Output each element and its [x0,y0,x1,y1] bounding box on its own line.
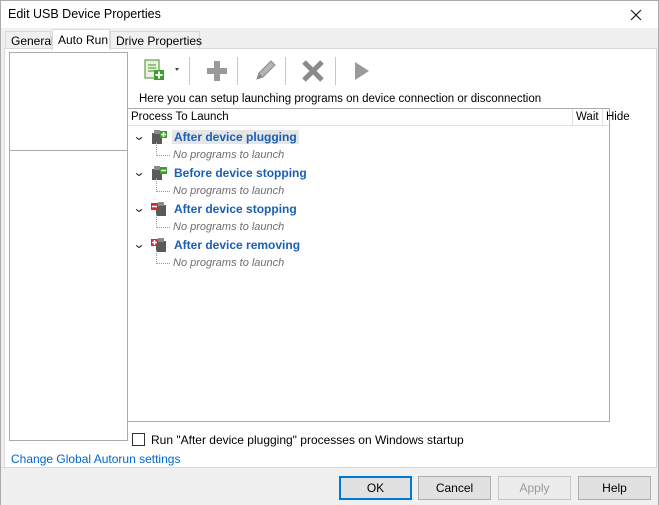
pencil-icon [256,60,276,80]
toolbar-separator [285,57,286,85]
device-list-bottom[interactable] [9,150,128,441]
close-icon [630,9,641,20]
add-program-icon [144,59,179,80]
auto-run-panel: Here you can setup launching programs on… [127,89,630,422]
empty-child-label: No programs to launch [173,257,285,269]
tree-line [157,227,170,228]
tree-child-row[interactable]: No programs to launch [128,250,609,272]
tree-line [156,250,157,264]
tab-auto-run[interactable]: Auto Run [52,29,110,50]
toolbar-separator [189,57,190,85]
plug-green-icon [152,166,167,180]
toolbar-separator [237,57,238,85]
hint-text: Here you can setup launching programs on… [139,93,542,105]
close-button[interactable] [613,1,658,28]
column-hide[interactable]: Hide [606,111,630,123]
tree-line [156,214,157,228]
tree-line [156,178,157,192]
tree-group-row[interactable]: ⌄ After device removing [128,236,609,254]
tree-group-row[interactable]: ⌄ After device plugging [128,128,609,146]
dialog-window: Edit USB Device Properties General Auto … [0,0,659,505]
global-autorun-link[interactable]: Change Global Autorun settings [11,452,180,466]
tree-child-row[interactable]: No programs to launch [128,214,609,236]
run-button[interactable] [345,55,377,87]
chevron-down-icon[interactable]: ⌄ [132,237,145,251]
group-label[interactable]: After device stopping [172,202,299,216]
tree-line [157,191,170,192]
add-button[interactable] [201,55,233,87]
delete-button[interactable] [297,55,329,87]
tab-general[interactable]: General [5,31,54,49]
tab-drive-properties[interactable]: Drive Properties [110,31,202,49]
toolbar-separator [335,57,336,85]
group-label[interactable]: After device plugging [172,130,299,144]
process-tree[interactable]: Process To Launch Wait Hide ⌄ After devi… [127,108,630,422]
plug-red-icon [151,238,166,252]
chevron-down-icon[interactable]: ⌄ [132,201,145,215]
group-label[interactable]: Before device stopping [172,166,309,180]
ok-button[interactable]: OK [339,476,412,500]
apply-button[interactable]: Apply [498,476,571,500]
group-label[interactable]: After device removing [172,238,302,252]
dialog-footer: OK Cancel Apply Help [1,467,658,505]
plug-red-icon [151,202,166,216]
chevron-down-icon[interactable]: ⌄ [132,165,145,179]
tree-line [157,263,170,264]
window-title: Edit USB Device Properties [8,7,161,21]
column-separator [602,109,603,126]
device-list-top[interactable] [9,52,128,150]
column-separator [572,109,573,126]
tree-line [156,142,157,156]
plus-icon [207,61,227,81]
tree-group-row[interactable]: ⌄ After device stopping [128,200,609,218]
tree-group-row[interactable]: ⌄ Before device stopping [128,164,609,182]
empty-child-label: No programs to launch [173,221,285,233]
play-icon [355,62,369,80]
help-button[interactable]: Help [578,476,651,500]
grid-header: Process To Launch Wait Hide [128,109,630,126]
column-wait[interactable]: Wait [576,111,599,123]
title-bar: Edit USB Device Properties [1,1,658,28]
add-program-button[interactable] [137,55,185,87]
tree-line [157,155,170,156]
tree-child-row[interactable]: No programs to launch [128,178,609,200]
delete-x-icon [302,60,324,82]
auto-run-page: Here you can setup launching programs on… [4,48,657,471]
cancel-button[interactable]: Cancel [418,476,491,500]
tree-child-row[interactable]: No programs to launch [128,142,609,164]
empty-child-label: No programs to launch [173,185,285,197]
column-process-to-launch[interactable]: Process To Launch [131,111,229,123]
startup-checkbox-label[interactable]: Run "After device plugging" processes on… [151,433,464,447]
edit-button[interactable] [249,55,281,87]
empty-child-label: No programs to launch [173,149,285,161]
startup-checkbox[interactable] [132,433,145,446]
plug-green-icon [152,130,167,144]
chevron-down-icon[interactable]: ⌄ [132,129,145,143]
